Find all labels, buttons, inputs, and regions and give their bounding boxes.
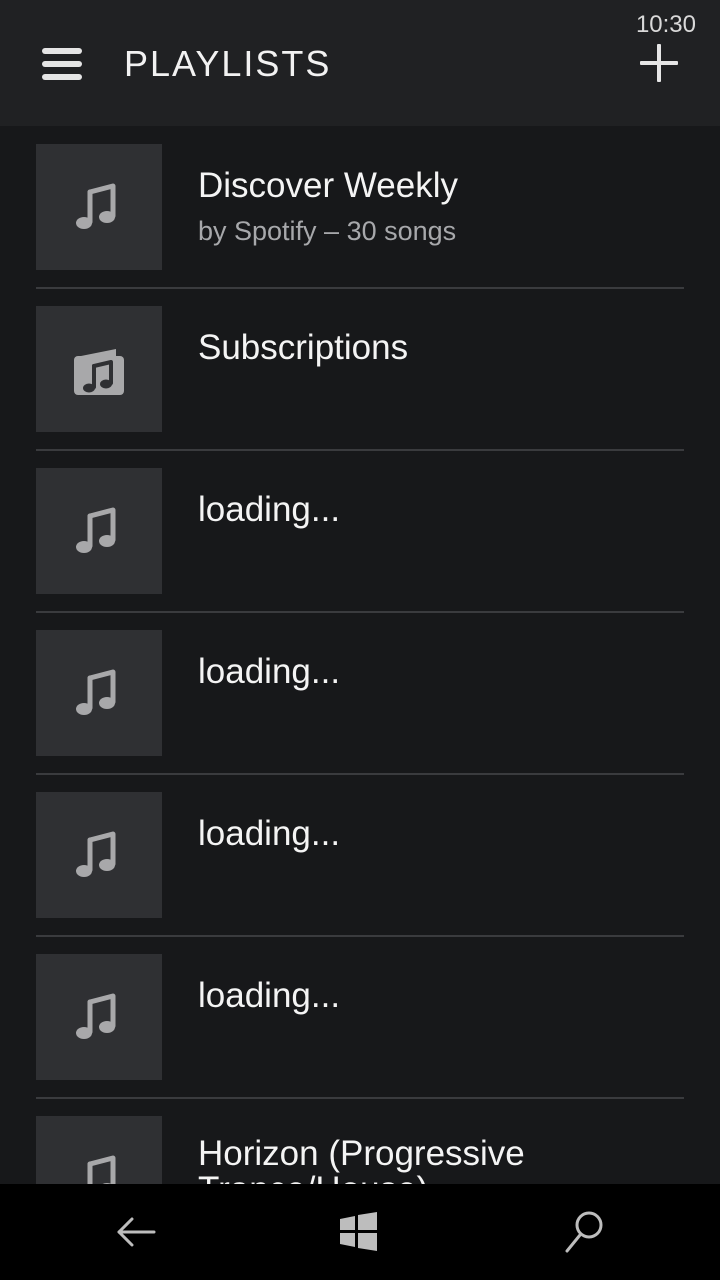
add-playlist-button[interactable] bbox=[640, 44, 678, 82]
system-navigation-bar bbox=[0, 1184, 720, 1280]
music-note-icon bbox=[76, 507, 116, 553]
playlist-subtitle: by Spotify – 30 songs bbox=[198, 216, 457, 246]
playlist-thumbnail bbox=[36, 630, 162, 756]
playlist-title: Horizon (Progressive Trance/House) bbox=[198, 1136, 525, 1184]
music-note-icon bbox=[76, 183, 116, 229]
search-button[interactable] bbox=[560, 1208, 608, 1256]
status-time: 10:30 bbox=[635, 11, 696, 38]
music-note-icon bbox=[76, 831, 116, 877]
playlist-title: Subscriptions bbox=[198, 328, 409, 367]
playlist-thumbnail bbox=[36, 954, 162, 1080]
playlist-title: Discover Weekly bbox=[198, 166, 458, 205]
playlist-item-subscriptions[interactable]: Subscriptions bbox=[0, 306, 720, 468]
search-icon bbox=[565, 1211, 603, 1253]
page-title: PLAYLISTS bbox=[124, 43, 332, 84]
music-note-icon bbox=[76, 993, 116, 1039]
playlist-item-loading[interactable]: loading... bbox=[0, 792, 720, 954]
playlist-item-discover-weekly[interactable]: Discover Weekly by Spotify – 30 songs bbox=[0, 144, 720, 306]
playlist-thumbnail bbox=[36, 792, 162, 918]
playlists-screen: 10:30 PLAYLISTS Discover Weekly by Spoti… bbox=[0, 0, 720, 1280]
windows-button[interactable] bbox=[334, 1208, 382, 1256]
menu-line bbox=[42, 61, 82, 67]
playlist-thumbnail bbox=[36, 306, 162, 432]
album-music-icon bbox=[74, 349, 124, 395]
playlist-thumbnail bbox=[36, 468, 162, 594]
music-note-icon bbox=[76, 669, 116, 715]
playlist-thumbnail bbox=[36, 1116, 162, 1184]
menu-button[interactable] bbox=[36, 40, 88, 88]
hamburger-menu-icon bbox=[42, 46, 82, 82]
playlist-title: loading... bbox=[198, 976, 341, 1015]
menu-line bbox=[42, 48, 82, 54]
playlist-item-horizon[interactable]: Horizon (Progressive Trance/House) bbox=[0, 1116, 720, 1184]
playlist-item-loading[interactable]: loading... bbox=[0, 954, 720, 1116]
top-app-bar: PLAYLISTS bbox=[0, 0, 720, 126]
playlist-thumbnail bbox=[36, 144, 162, 270]
playlist-title: loading... bbox=[198, 652, 341, 691]
menu-line bbox=[42, 74, 82, 80]
playlist-list: Discover Weekly by Spotify – 30 songs Su… bbox=[0, 144, 720, 1184]
playlist-item-loading[interactable]: loading... bbox=[0, 630, 720, 792]
playlist-item-loading[interactable]: loading... bbox=[0, 468, 720, 630]
playlist-title: loading... bbox=[198, 490, 341, 529]
windows-logo-icon bbox=[340, 1212, 377, 1251]
music-note-icon bbox=[87, 1155, 116, 1184]
back-arrow-icon bbox=[117, 1217, 156, 1247]
playlist-title: loading... bbox=[198, 814, 341, 853]
back-button[interactable] bbox=[112, 1208, 160, 1256]
